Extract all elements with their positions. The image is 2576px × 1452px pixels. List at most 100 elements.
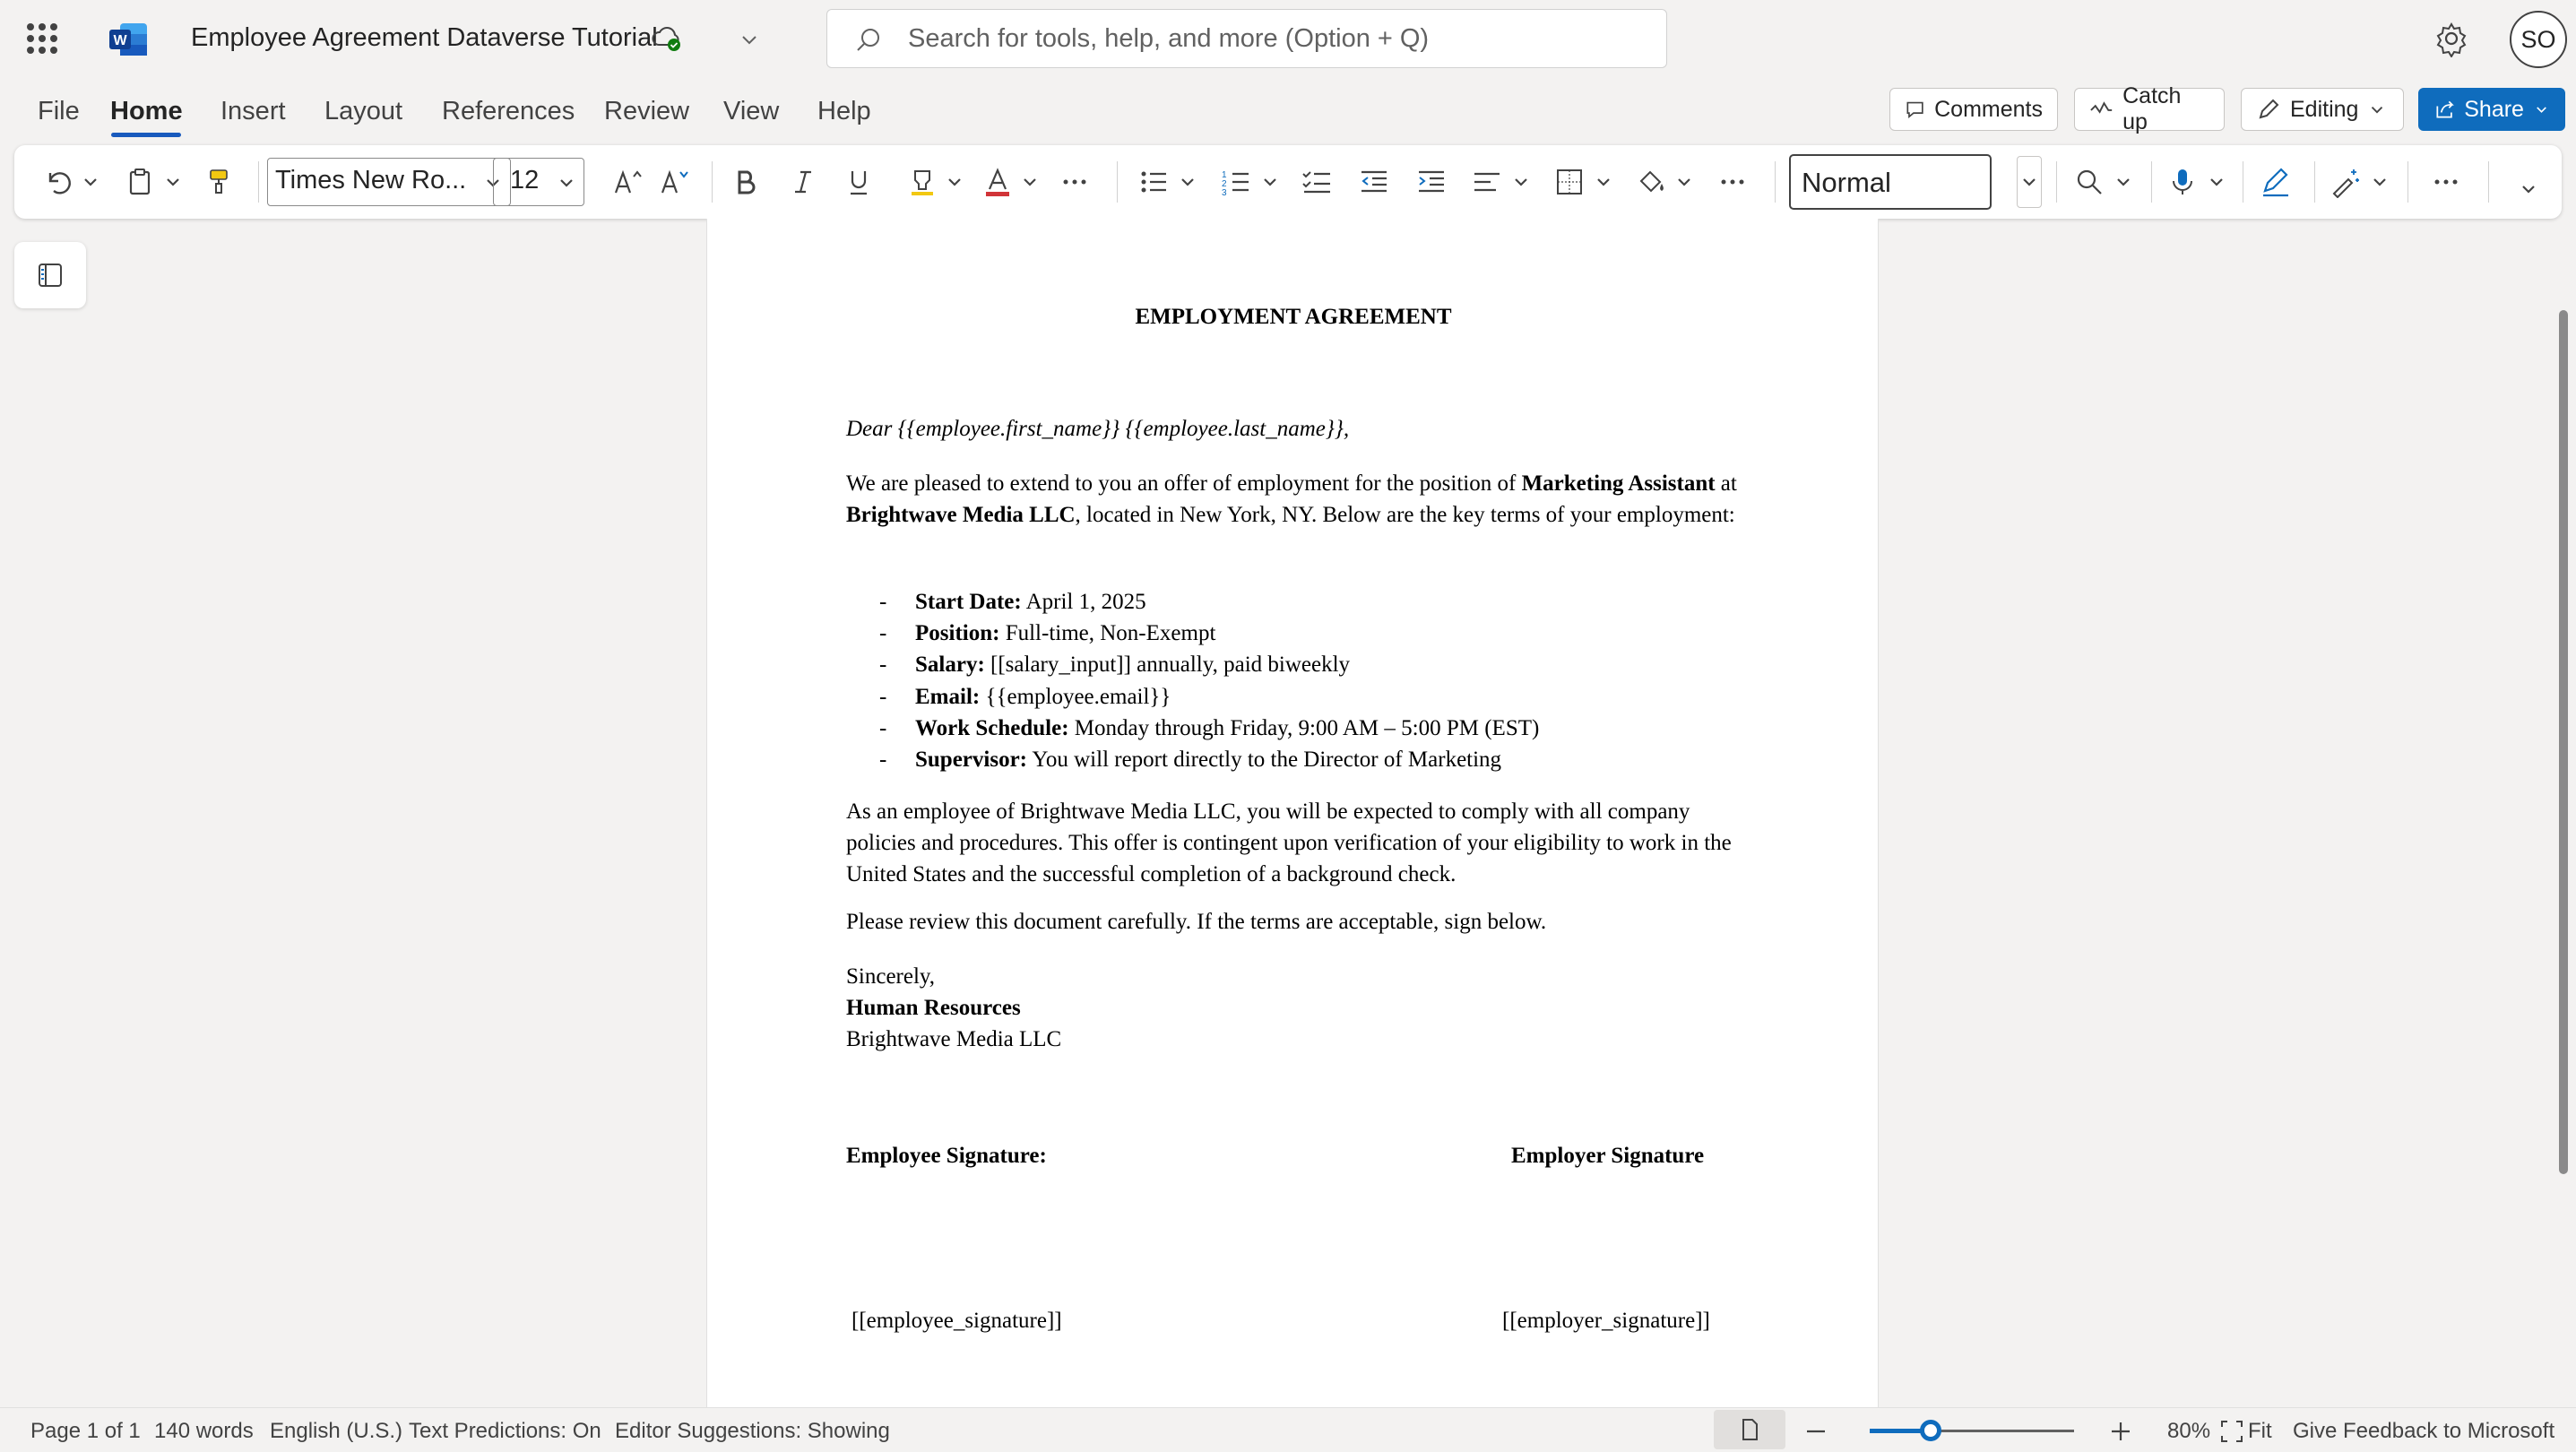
font-color-button[interactable] (977, 158, 1018, 206)
zoom-level[interactable]: 80% (2167, 1419, 2210, 1444)
undo-dropdown[interactable] (79, 158, 102, 206)
find-dropdown[interactable] (2112, 158, 2135, 206)
editing-mode-button[interactable]: Editing (2241, 88, 2404, 131)
print-layout-button[interactable] (1714, 1410, 1785, 1449)
font-size-select[interactable]: 12 (493, 158, 584, 206)
fit-button[interactable]: Fit (2248, 1419, 2272, 1444)
tab-review[interactable]: Review (604, 97, 689, 126)
text-predictions-status[interactable]: Text Predictions: On (409, 1419, 601, 1444)
dictate-button[interactable] (2162, 158, 2203, 206)
term-value: April 1, 2025 (1021, 590, 1146, 614)
language-indicator[interactable]: English (U.S.) (270, 1419, 402, 1444)
font-name-select[interactable]: Times New Ro... (267, 158, 511, 206)
paste-button[interactable] (120, 158, 160, 206)
status-bar: Page 1 of 1 140 words English (U.S.) Tex… (0, 1407, 2576, 1452)
word-logo-icon[interactable]: W (109, 22, 149, 57)
tab-layout[interactable]: Layout (324, 97, 402, 126)
tab-references[interactable]: References (442, 97, 575, 126)
align-button[interactable] (1466, 158, 1508, 206)
shading-dropdown[interactable] (1673, 158, 1696, 206)
term-value: You will report directly to the Director… (1027, 748, 1502, 773)
search-icon (857, 29, 879, 51)
word-count[interactable]: 140 words (154, 1419, 254, 1444)
numbering-button[interactable]: 123 (1215, 158, 1257, 206)
tab-home[interactable]: Home (110, 97, 183, 126)
highlight-dropdown[interactable] (943, 158, 966, 206)
checklist-button[interactable] (1296, 158, 1337, 206)
more-font-options-button[interactable] (1054, 158, 1095, 206)
chevron-down-icon (1024, 178, 1036, 186)
paste-dropdown[interactable] (161, 158, 185, 206)
intro-text-3: , located in New York, NY. Below are the… (1075, 503, 1735, 527)
cloud-saved-icon[interactable] (651, 25, 683, 52)
paint-bucket-icon (1639, 170, 1664, 193)
copilot-rewrite-button[interactable] (2325, 158, 2366, 206)
term-value: Full-time, Non-Exempt (999, 621, 1216, 646)
collapse-ribbon-button[interactable] (2515, 165, 2542, 213)
tab-insert[interactable]: Insert (220, 97, 286, 126)
zoom-in-icon[interactable] (2108, 1419, 2133, 1444)
editor-button[interactable] (2255, 158, 2296, 206)
document-title[interactable]: Employee Agreement Dataverse Tutorial (191, 23, 658, 53)
term-label: Supervisor: (915, 748, 1027, 773)
shading-button[interactable] (1631, 158, 1673, 206)
search-input[interactable]: Search for tools, help, and more (Option… (826, 9, 1667, 68)
tab-view[interactable]: View (723, 97, 779, 126)
borders-dropdown[interactable] (1592, 158, 1615, 206)
tab-file[interactable]: File (38, 97, 80, 126)
ribbon-separator (2151, 161, 2152, 203)
document-page[interactable]: EMPLOYMENT AGREEMENT Dear {{employee.fir… (706, 219, 1879, 1407)
tab-help[interactable]: Help (817, 97, 871, 126)
avatar[interactable]: SO (2510, 11, 2567, 68)
more-options-button[interactable] (2425, 158, 2467, 206)
increase-indent-button[interactable] (1411, 158, 1452, 206)
editor-suggestions-status[interactable]: Editor Suggestions: Showing (615, 1419, 890, 1444)
format-painter-button[interactable] (199, 158, 238, 206)
copilot-dropdown[interactable] (2368, 158, 2391, 206)
bullets-dropdown[interactable] (1176, 158, 1199, 206)
catch-up-button[interactable]: Catch up (2074, 83, 2225, 134)
find-button[interactable] (2069, 158, 2110, 206)
share-button[interactable]: Share (2418, 88, 2565, 131)
bullets-button[interactable] (1133, 158, 1174, 206)
employer-signature-label: Employer Signature (1511, 1144, 1705, 1168)
intro-paragraph: We are pleased to extend to you an offer… (846, 468, 1742, 531)
magic-pen-icon (2332, 169, 2359, 198)
bold-button[interactable] (724, 158, 767, 206)
align-dropdown[interactable] (1509, 158, 1533, 206)
numbering-dropdown[interactable] (1258, 158, 1282, 206)
highlight-button[interactable] (902, 158, 943, 206)
shrink-font-button[interactable] (653, 158, 697, 206)
company-name: Brightwave Media LLC (846, 503, 1076, 527)
more-paragraph-options-button[interactable] (1712, 158, 1753, 206)
gear-icon[interactable] (2433, 20, 2470, 57)
salutation: Dear {{employee.first_name}} {{employee.… (846, 417, 1350, 441)
font-color-dropdown[interactable] (1018, 158, 1042, 206)
style-select[interactable]: Normal (1789, 154, 1992, 210)
underline-button[interactable] (837, 158, 880, 206)
feedback-link[interactable]: Give Feedback to Microsoft (2293, 1419, 2554, 1444)
undo-button[interactable] (38, 158, 77, 206)
zoom-slider[interactable] (1870, 1420, 2074, 1441)
dictate-dropdown[interactable] (2205, 158, 2228, 206)
decrease-indent-button[interactable] (1353, 158, 1395, 206)
chevron-down-icon (84, 178, 97, 186)
chevron-down-icon[interactable] (737, 27, 762, 52)
page-count[interactable]: Page 1 of 1 (30, 1419, 141, 1444)
styles-dropdown[interactable] (2017, 156, 2042, 208)
zoom-slider-thumb[interactable] (1920, 1420, 1942, 1441)
compliance-paragraph: As an employee of Brightwave Media LLC, … (846, 799, 1732, 886)
align-left-icon (1474, 172, 1500, 192)
borders-button[interactable] (1549, 158, 1590, 206)
chevron-down-icon (2372, 106, 2383, 114)
signoff-department: Human Resources (846, 996, 1021, 1020)
grow-font-button[interactable] (606, 158, 651, 206)
navigation-pane-button[interactable] (14, 242, 86, 308)
chevron-down-icon (2023, 178, 2036, 186)
vertical-scrollbar[interactable] (2559, 310, 2568, 1174)
title-bar: W Employee Agreement Dataverse Tutorial … (0, 0, 2576, 79)
comments-button[interactable]: Comments (1889, 88, 2058, 131)
italic-button[interactable] (782, 158, 825, 206)
app-launcher-icon[interactable] (27, 23, 57, 54)
zoom-out-icon[interactable] (1803, 1419, 1828, 1444)
